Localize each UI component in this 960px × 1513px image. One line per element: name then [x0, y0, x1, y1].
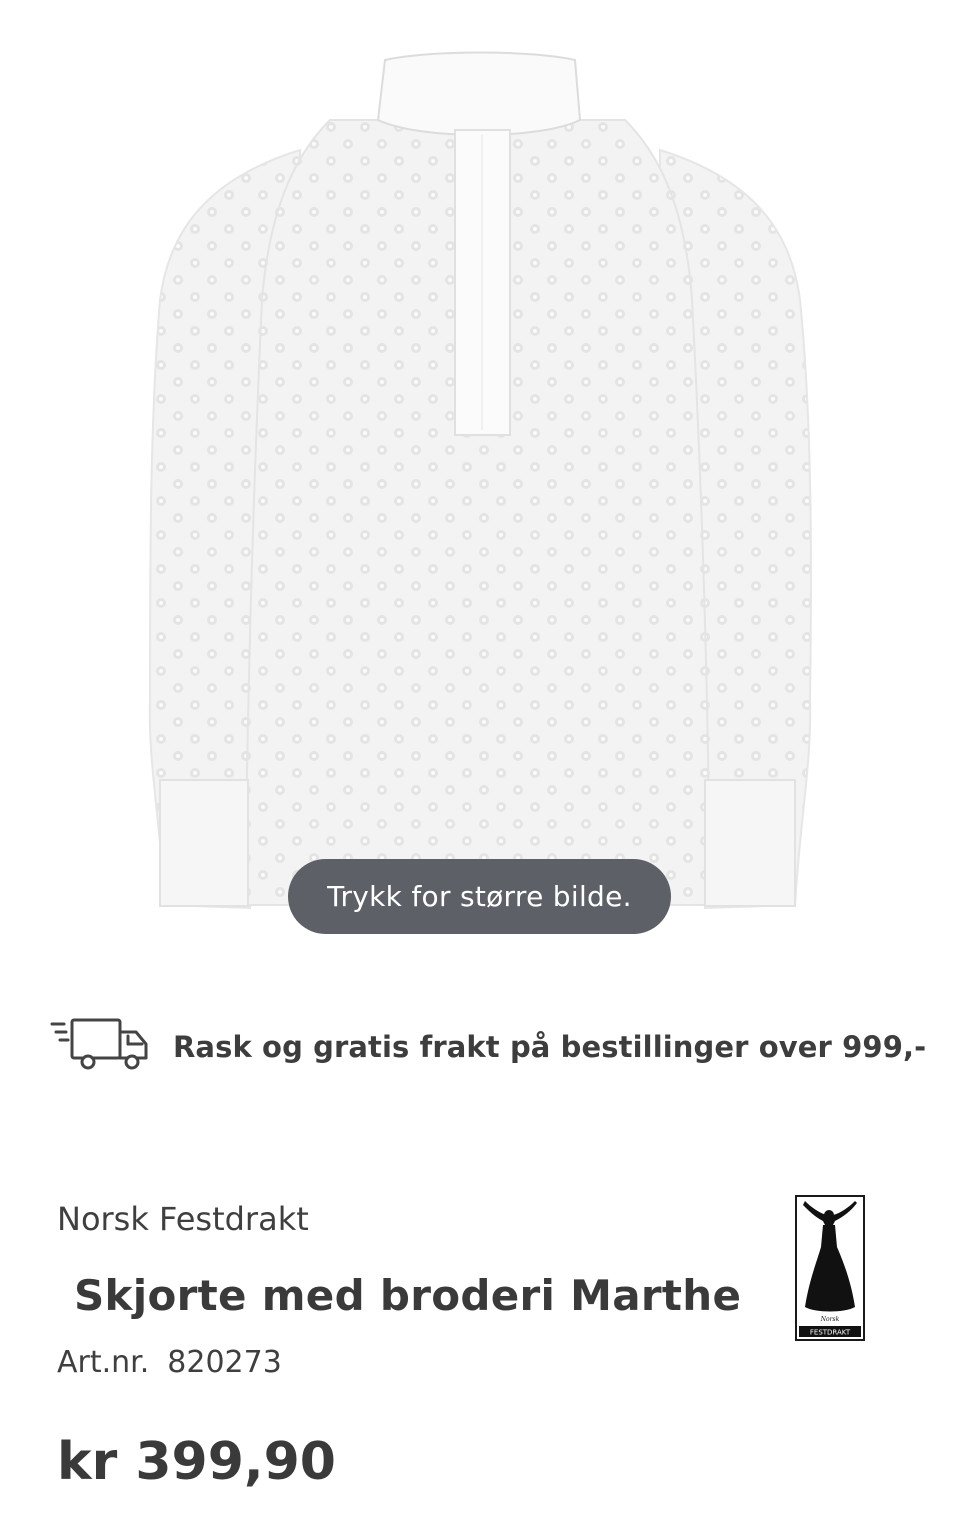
zoom-hint-tooltip[interactable]: Trykk for større bilde. — [288, 859, 671, 934]
delivery-truck-icon — [50, 1018, 148, 1070]
product-title: Skjorte med broderi Marthe — [74, 1271, 742, 1320]
article-number-value: 820273 — [167, 1345, 282, 1380]
product-price: kr 399,90 — [57, 1432, 336, 1492]
blouse-illustration — [148, 51, 812, 910]
shipping-text: Rask og gratis frakt på bestillinger ove… — [173, 1030, 927, 1064]
shipping-info: Rask og gratis frakt på bestillinger ove… — [50, 1010, 930, 1090]
product-brand[interactable]: Norsk Festdrakt — [57, 1200, 309, 1238]
svg-text:FESTDRAKT: FESTDRAKT — [810, 1329, 851, 1337]
norsk-festdrakt-logo[interactable]: Norsk FESTDRAKT — [795, 1195, 865, 1341]
article-number: Art.nr. 820273 — [57, 1345, 282, 1380]
article-number-label: Art.nr. — [57, 1345, 150, 1380]
product-image[interactable]: Trykk for større bilde. — [0, 0, 960, 960]
svg-text:Norsk: Norsk — [820, 1316, 840, 1323]
